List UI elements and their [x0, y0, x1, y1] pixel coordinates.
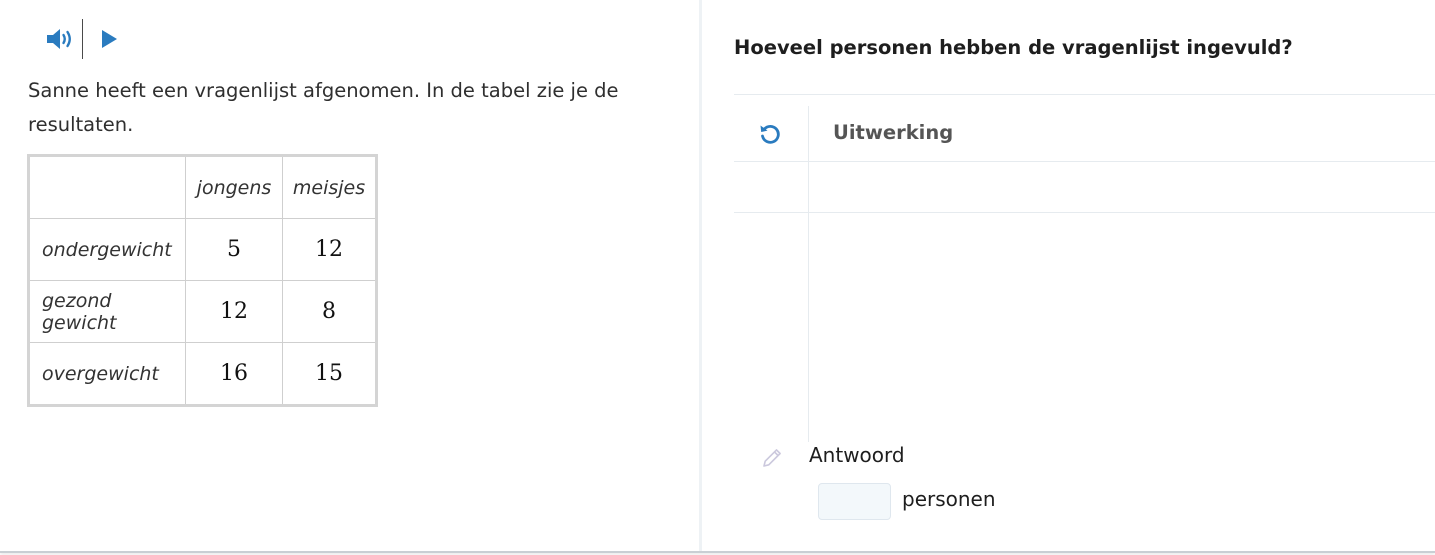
answer-unit: personen	[902, 487, 996, 511]
row-label: gezond gewicht	[28, 280, 186, 343]
worksheet-top-border	[734, 94, 1435, 95]
worksheet-column-border	[808, 106, 809, 442]
answer-input[interactable]	[818, 483, 891, 520]
worksheet-header-border	[734, 161, 1435, 162]
table-cell: 16	[185, 342, 283, 406]
table-cell: 12	[282, 218, 377, 281]
row-label: overgewicht	[28, 342, 186, 406]
play-icon[interactable]	[91, 21, 127, 57]
table-row: gezond gewicht 12 8	[28, 280, 377, 343]
table-cell: 15	[282, 342, 377, 406]
table-header-row: jongens meisjes	[28, 155, 377, 219]
worksheet-row-border	[734, 212, 1435, 213]
question-text: Hoeveel personen hebben de vragenlijst i…	[734, 36, 1293, 59]
table-header-cell	[28, 155, 186, 219]
answer-label: Antwoord	[809, 443, 905, 467]
speaker-volume-icon[interactable]	[42, 21, 78, 57]
audio-separator	[82, 19, 83, 59]
pencil-icon	[760, 446, 784, 470]
reset-icon[interactable]	[757, 121, 783, 147]
table-header-cell: jongens	[185, 155, 283, 219]
table-row: ondergewicht 5 12	[28, 218, 377, 281]
table-row: overgewicht 16 15	[28, 342, 377, 406]
exercise-page: Sanne heeft een vragenlijst afgenomen. I…	[0, 0, 1435, 553]
table-cell: 12	[185, 280, 283, 343]
results-table: jongens meisjes ondergewicht 5 12 gezond…	[27, 154, 378, 407]
table-cell: 5	[185, 218, 283, 281]
table-header-cell: meisjes	[282, 155, 377, 219]
worksheet-title: Uitwerking	[833, 121, 954, 144]
table-cell: 8	[282, 280, 377, 343]
audio-controls	[42, 18, 127, 60]
panel-divider	[699, 0, 702, 551]
intro-text: Sanne heeft een vragenlijst afgenomen. I…	[28, 79, 619, 136]
row-label: ondergewicht	[28, 218, 186, 281]
